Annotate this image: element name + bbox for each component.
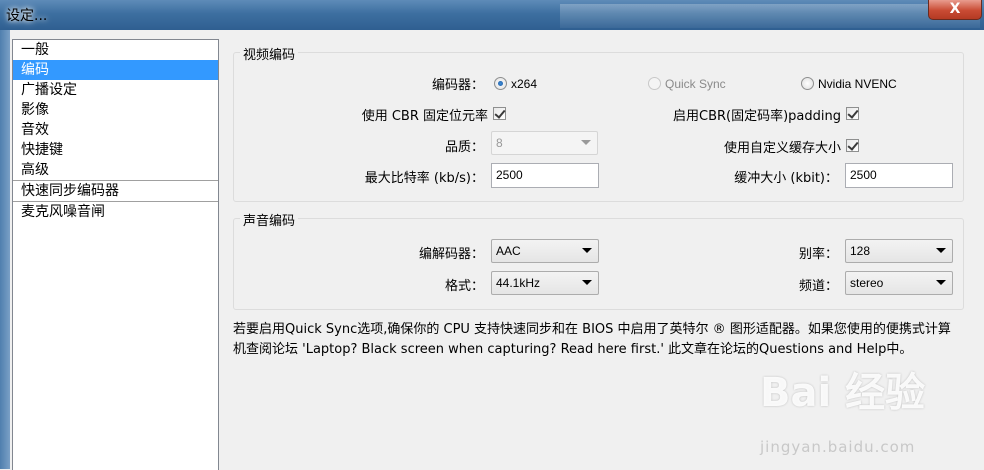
audio-encoding-group bbox=[233, 218, 964, 310]
encoder-radio-x264-label[interactable]: x264 bbox=[511, 77, 537, 91]
buffer-size-label: 缓冲大小 (kbit)： bbox=[734, 171, 838, 186]
title-bar: 设定... X bbox=[0, 0, 984, 30]
format-select-value: 44.1kHz bbox=[496, 276, 541, 290]
chevron-down-icon bbox=[582, 248, 592, 253]
baidu-jingyan-watermark: Bai 经验 jingyan.baidu.com bbox=[760, 360, 926, 456]
window-left-frame bbox=[0, 30, 10, 469]
codec-select[interactable]: AAC bbox=[491, 239, 599, 263]
sidebar-item-encoding[interactable]: 编码 bbox=[13, 60, 218, 80]
cbr-padding-checkbox[interactable] bbox=[846, 107, 859, 120]
encoder-radio-x264[interactable] bbox=[494, 77, 507, 90]
chevron-down-icon bbox=[582, 280, 592, 285]
sidebar-item-audio[interactable]: 音效 bbox=[13, 120, 218, 140]
video-encoding-group-title: 视频编码 bbox=[240, 44, 299, 63]
check-mark-icon bbox=[494, 107, 506, 119]
bitrate-select-value: 128 bbox=[850, 244, 871, 258]
channel-select[interactable]: stereo bbox=[845, 271, 953, 295]
format-select[interactable]: 44.1kHz bbox=[491, 271, 599, 295]
check-mark-icon bbox=[847, 107, 859, 119]
check-mark-icon bbox=[847, 139, 859, 151]
sidebar-item-video[interactable]: 影像 bbox=[13, 100, 218, 120]
quality-label: 品质： bbox=[444, 140, 484, 155]
codec-select-value: AAC bbox=[496, 244, 521, 258]
channel-label: 频道： bbox=[798, 279, 838, 294]
quality-select[interactable]: 8 bbox=[491, 131, 598, 155]
bitrate-label: 别率： bbox=[798, 247, 838, 262]
encoder-radio-nvenc-label[interactable]: Nvidia NVENC bbox=[818, 77, 897, 91]
cbr-padding-label[interactable]: 启用CBR(固定码率)padding bbox=[673, 105, 841, 124]
chevron-down-icon bbox=[936, 280, 946, 285]
max-bitrate-label: 最大比特率 (kb/s)： bbox=[364, 171, 484, 186]
watermark-logo-text: Bai 经验 bbox=[760, 370, 926, 416]
quick-sync-notice: 若要启用Quick Sync选项,确保你的 CPU 支持快速同步和在 BIOS … bbox=[233, 322, 951, 357]
window-title: 设定... bbox=[6, 8, 48, 24]
custom-buffer-label[interactable]: 使用自定义缓存大小 bbox=[724, 137, 841, 156]
chevron-down-icon bbox=[936, 248, 946, 253]
buffer-size-input[interactable]: 2500 bbox=[845, 163, 953, 188]
watermark-url: jingyan.baidu.com bbox=[760, 438, 916, 456]
sidebar-item-hotkeys[interactable]: 快捷键 bbox=[13, 140, 218, 160]
encoder-radio-quick-sync[interactable] bbox=[648, 77, 661, 90]
sidebar-item-general[interactable]: 一般 bbox=[13, 40, 218, 60]
encoder-label: 编码器： bbox=[431, 78, 484, 93]
close-button[interactable]: X bbox=[928, 0, 982, 20]
sidebar-item-advanced[interactable]: 高级 bbox=[13, 160, 218, 180]
aero-glass-highlight bbox=[560, 4, 980, 28]
bitrate-select[interactable]: 128 bbox=[845, 239, 953, 263]
settings-category-list[interactable]: 一般 编码 广播设定 影像 音效 快捷键 高级 快速同步编码器 麦克风噪音闸 bbox=[12, 39, 219, 470]
format-label: 格式： bbox=[444, 279, 484, 294]
chevron-down-icon bbox=[581, 140, 591, 145]
custom-buffer-checkbox[interactable] bbox=[846, 139, 859, 152]
quality-select-value: 8 bbox=[496, 136, 503, 150]
sidebar-item-quick-sync-encoder[interactable]: 快速同步编码器 bbox=[13, 180, 218, 201]
sidebar-item-broadcast-settings[interactable]: 广播设定 bbox=[13, 80, 218, 100]
use-cbr-checkbox[interactable] bbox=[493, 107, 506, 120]
max-bitrate-input[interactable]: 2500 bbox=[491, 163, 599, 188]
channel-select-value: stereo bbox=[850, 276, 884, 290]
encoder-radio-quick-sync-label[interactable]: Quick Sync bbox=[665, 77, 726, 91]
sidebar-item-mic-noise-gate[interactable]: 麦克风噪音闸 bbox=[13, 201, 218, 222]
audio-encoding-group-title: 声音编码 bbox=[240, 210, 299, 229]
encoder-radio-nvenc[interactable] bbox=[801, 77, 814, 90]
codec-label: 编解码器： bbox=[418, 247, 484, 262]
use-cbr-label[interactable]: 使用 CBR 固定位元率 bbox=[362, 105, 488, 124]
